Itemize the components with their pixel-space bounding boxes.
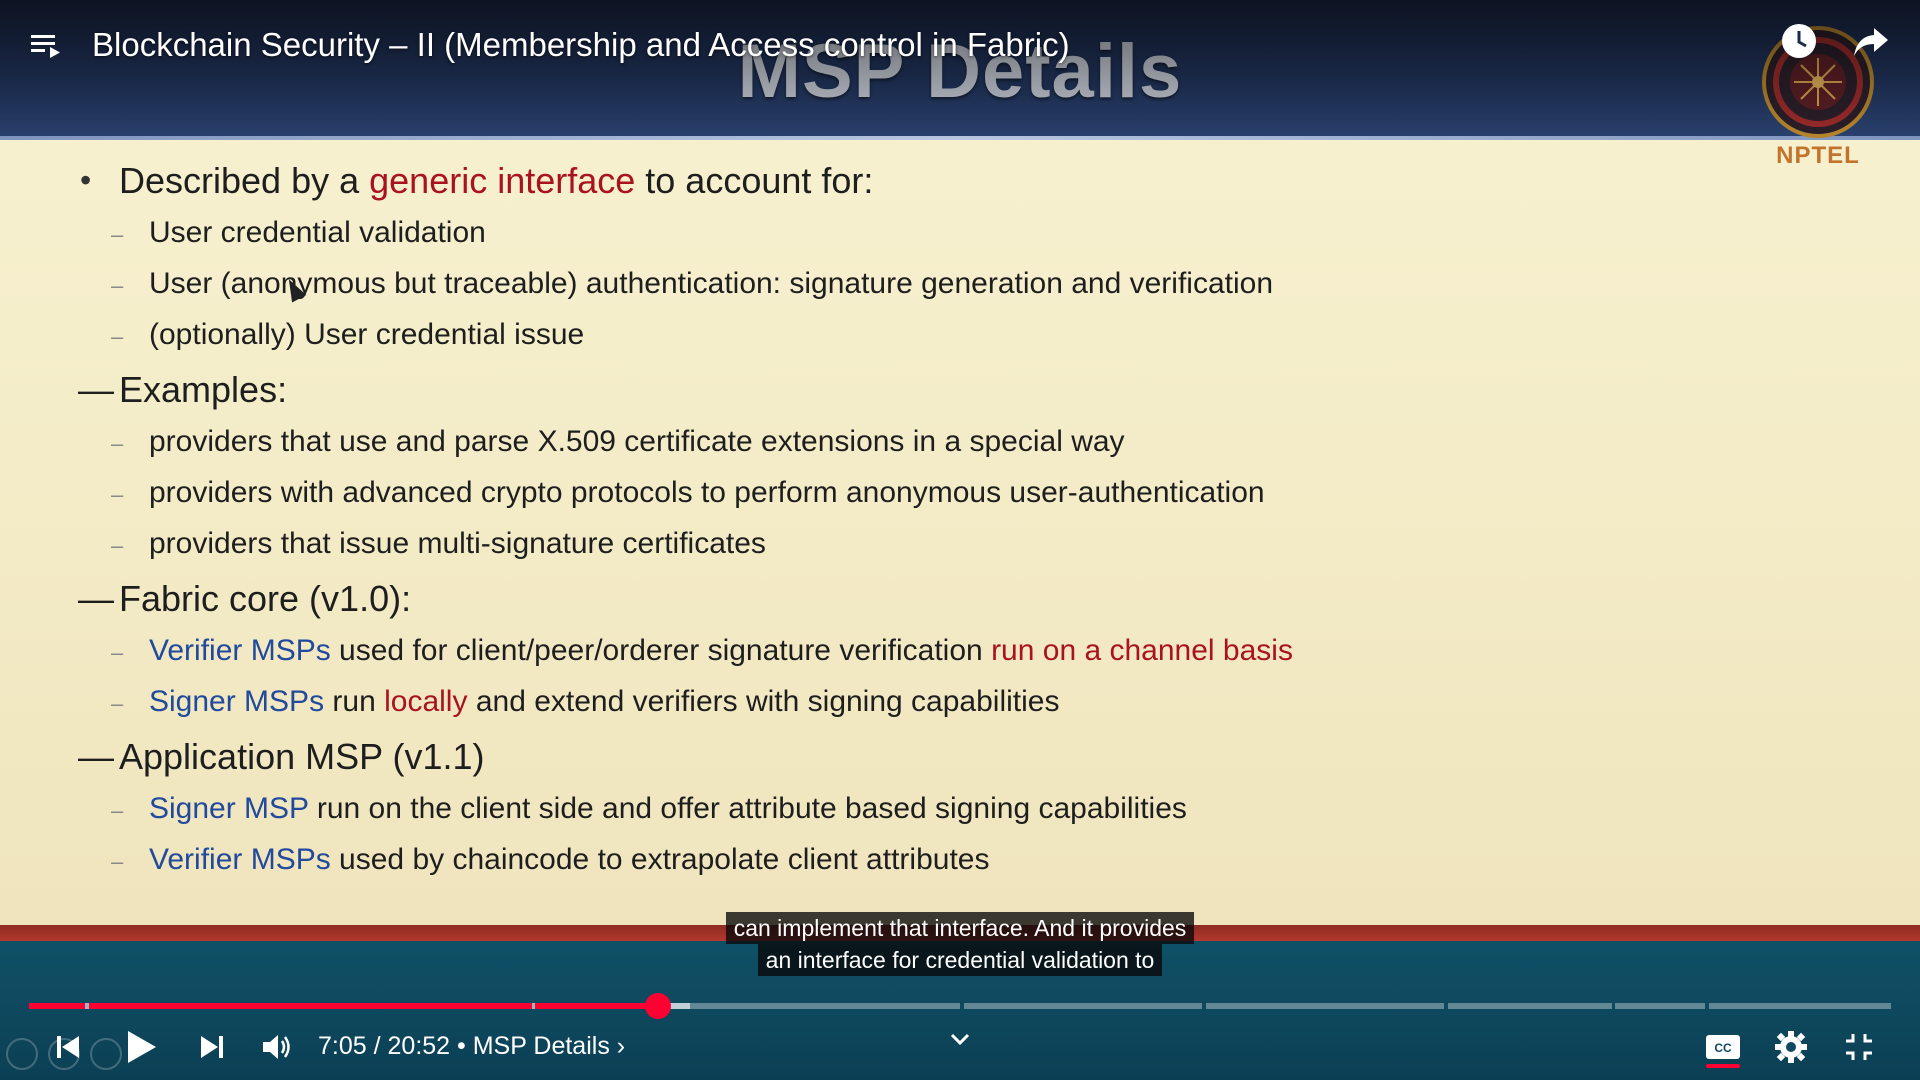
slide-text: used for client/peer/orderer signature v… [330, 634, 992, 667]
next-icon[interactable] [192, 1022, 232, 1072]
player-controls: 7:05 / 20:52 • MSP Details › CC [0, 1022, 1920, 1072]
chapter-segment[interactable] [1447, 1003, 1612, 1009]
slide-text: and extend verifiers with signing capabi… [467, 685, 1060, 718]
played-progress [88, 1003, 532, 1009]
slide-text: to account for: [635, 160, 874, 201]
bullet-marker: – [111, 431, 124, 456]
played-progress [535, 1003, 659, 1009]
progress-bar[interactable] [29, 993, 1891, 1019]
slide-bullet-item: — Application MSP (v1.1) [78, 736, 1578, 788]
bullet-marker: – [111, 640, 124, 665]
slide-text: run on the client side and offer attribu… [308, 792, 1187, 825]
caption-line-2: an interface for credential validation t… [757, 944, 1163, 976]
video-frame[interactable]: MSP Details NPTEL • Described by a generi… [0, 0, 1920, 925]
captions-active-indicator [1706, 1064, 1740, 1068]
slide-text: used by chaincode to extrapolate client … [330, 843, 990, 876]
bullet-marker: – [111, 798, 124, 823]
caption-line-1: can implement that interface. And it pro… [725, 912, 1195, 944]
play-icon[interactable] [116, 1022, 166, 1072]
top-right-actions [1778, 20, 1892, 62]
chapter-segment[interactable] [1615, 1003, 1705, 1009]
nptel-logo-text: NPTEL [1776, 142, 1860, 169]
exit-fullscreen-icon[interactable] [1836, 1022, 1882, 1072]
slide-header-divider [0, 136, 1920, 140]
bullet-marker: – [111, 533, 124, 558]
duration: 20:52 [387, 1032, 451, 1060]
slide-text: User (anonymous but traceable) authentic… [149, 267, 1274, 300]
time-separator: / [366, 1032, 388, 1060]
slide-highlight-text: Signer MSPs [149, 685, 325, 718]
slide-text: Described by a [119, 160, 370, 201]
slide-sub-bullet-item: – Verifier MSPs used for client/peer/orde… [78, 634, 1578, 679]
bullet-marker: • [80, 162, 92, 198]
chapter-chevron-icon[interactable]: › [617, 1032, 625, 1060]
slide-highlight-text: Verifier MSPs [149, 843, 331, 876]
slide-sub-bullet-item: – (optionally) User credential issue [78, 318, 1578, 363]
slide-highlight-text: run on a channel basis [991, 634, 1293, 667]
slide-bullet-item: — Fabric core (v1.0): [78, 578, 1578, 630]
bullet-marker: – [111, 691, 124, 716]
slide-highlight-text: Verifier MSPs [149, 634, 331, 667]
slide-text: providers that use and parse X.509 certi… [149, 425, 1125, 458]
video-title-bar: Blockchain Security – II (Membership and… [28, 18, 1070, 72]
slide-text: Application MSP (v1.1) [119, 736, 485, 777]
chapter-segment[interactable] [1205, 1003, 1445, 1009]
playlist-icon[interactable] [28, 27, 64, 63]
played-progress [29, 1003, 85, 1009]
slide-highlight-text: generic interface [369, 160, 636, 201]
slide-bullet-item: — Examples: [78, 369, 1578, 421]
slide-text: providers with advanced crypto protocols… [149, 476, 1265, 509]
video-title[interactable]: Blockchain Security – II (Membership and… [92, 26, 1070, 64]
time-display: 7:05 / 20:52 • MSP Details › [318, 1032, 625, 1061]
chapter-title[interactable]: • MSP Details [457, 1032, 610, 1060]
slide-sub-bullet-item: – Signer MSP run on the client side and o… [78, 792, 1578, 837]
bullet-marker: — [78, 578, 114, 619]
slide-sub-bullet-item: – providers that issue multi-signature ce… [78, 527, 1578, 572]
bullet-marker: — [78, 369, 114, 410]
settings-icon[interactable] [1768, 1022, 1814, 1072]
slide-sub-bullet-item: – providers that use and parse X.509 cert… [78, 425, 1578, 470]
slide-text: Examples: [119, 369, 288, 410]
volume-icon[interactable] [256, 1022, 300, 1072]
slide-sub-bullet-item: – Verifier MSPs used by chaincode to extr… [78, 843, 1578, 888]
bullet-marker: – [111, 849, 124, 874]
slide-sub-bullet-item: – providers with advanced crypto protocol… [78, 476, 1578, 521]
watch-later-icon[interactable] [1778, 20, 1820, 62]
bullet-marker: – [111, 273, 124, 298]
bullet-marker: — [78, 736, 114, 777]
chapter-segment[interactable] [963, 1003, 1203, 1009]
slide-body: • Described by a generic interface to acc… [78, 160, 1578, 894]
slide-highlight-text: Signer MSP [149, 792, 309, 825]
slide-text: User credential validation [149, 216, 486, 249]
svg-text:CC: CC [1714, 1041, 1732, 1055]
previous-icon[interactable] [48, 1022, 88, 1072]
bullet-marker: – [111, 324, 124, 349]
captions-window[interactable]: can implement that interface. And it pro… [0, 912, 1920, 976]
slide-sub-bullet-item: – User credential validation [78, 216, 1578, 261]
chapter-segment[interactable] [1708, 1003, 1891, 1009]
slide-text: run [324, 685, 385, 718]
slide-sub-bullet-item: – Signer MSPs run locally and extend veri… [78, 685, 1578, 730]
bullet-marker: – [111, 222, 124, 247]
slide-text: (optionally) User credential issue [149, 318, 585, 351]
slide-text: providers that issue multi-signature cer… [149, 527, 766, 560]
share-icon[interactable] [1850, 20, 1892, 62]
expand-chevron-icon[interactable] [940, 1014, 980, 1064]
slide-bullet-item: • Described by a generic interface to acc… [78, 160, 1578, 212]
current-time: 7:05 [318, 1032, 367, 1060]
slide-highlight-text: locally [384, 685, 468, 718]
slide-text: Fabric core (v1.0): [119, 578, 412, 619]
bullet-marker: – [111, 482, 124, 507]
